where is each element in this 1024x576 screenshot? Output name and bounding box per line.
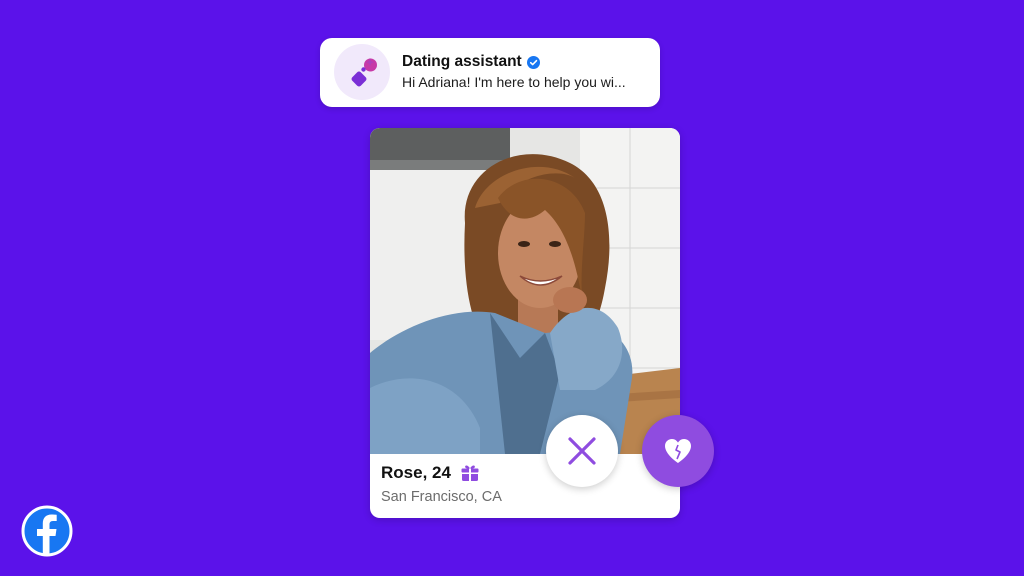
like-button[interactable] (642, 415, 714, 487)
profile-location: San Francisco, CA (381, 489, 502, 505)
assistant-avatar (334, 44, 390, 100)
heart-icon (665, 439, 691, 463)
gift-icon (461, 465, 479, 481)
dating-assistant-card[interactable]: Dating assistant Hi Adriana! I'm here to… (320, 38, 660, 107)
pass-button[interactable] (546, 415, 618, 487)
verified-badge-icon (526, 55, 540, 69)
profile-card[interactable]: Rose, 24 San Francisco, CA (370, 128, 680, 518)
assistant-message: Hi Adriana! I'm here to help you wi... (402, 74, 626, 90)
profile-name-age: Rose, 24 (381, 463, 451, 482)
facebook-logo (21, 505, 73, 557)
assistant-title: Dating assistant (402, 53, 522, 70)
assistant-title-row: Dating assistant (402, 52, 540, 72)
close-icon (568, 437, 596, 465)
profile-photo[interactable] (370, 128, 680, 454)
profile-name-row: Rose, 24 (381, 463, 480, 483)
sparkle-icon (351, 58, 377, 87)
